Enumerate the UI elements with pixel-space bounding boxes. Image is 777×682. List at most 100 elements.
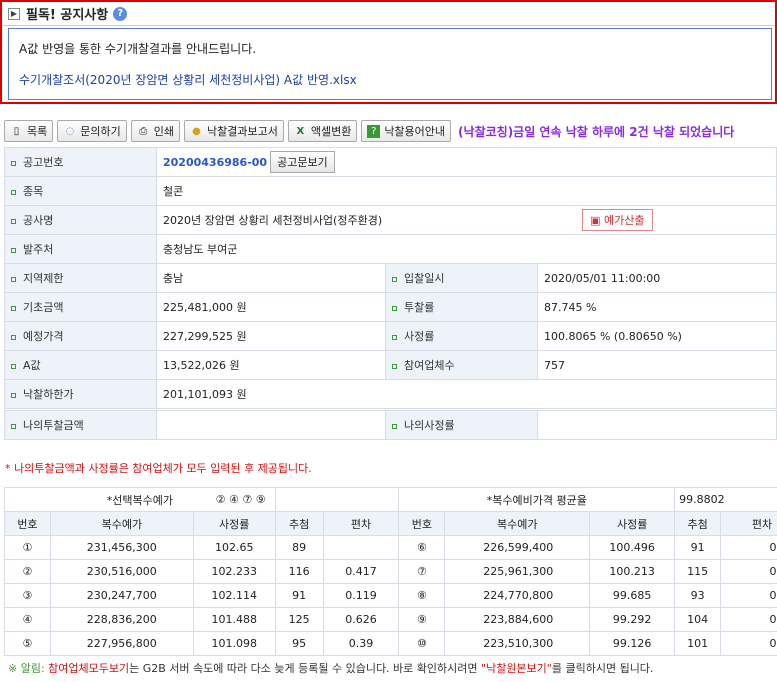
- table-cell: 0.39: [322, 631, 400, 656]
- table-cell: 230,516,000: [49, 559, 194, 584]
- table-cell: 91: [274, 583, 324, 608]
- bullet-icon: [11, 276, 16, 282]
- base-label: 기초금액: [4, 292, 157, 322]
- calculator-icon: ▣: [590, 214, 601, 227]
- bullet-icon: [392, 423, 397, 429]
- excel-icon: X: [296, 125, 305, 137]
- footer-notice: ※ 알림: 참여업체모두보기는 G2B 서버 속도에 따라 다소 늦게 등록될 …: [8, 660, 653, 676]
- table-cell: 0.602: [720, 535, 777, 560]
- table-cell: 89: [274, 535, 324, 560]
- inquiry-button[interactable]: ◌ 문의하기: [57, 120, 127, 142]
- bullet-icon: [11, 305, 16, 311]
- name-label: 공사명: [4, 205, 157, 235]
- header-cell: 추첨: [674, 511, 722, 536]
- region-label: 지역제한: [4, 263, 157, 293]
- glossary-button[interactable]: ? 낙찰용어안내: [361, 120, 452, 142]
- bullet-icon: [11, 247, 16, 253]
- bullet-icon: [392, 276, 397, 282]
- my-amount-value: [156, 410, 386, 440]
- collapse-icon[interactable]: ▶: [8, 7, 20, 20]
- table-cell: 125: [274, 607, 324, 632]
- inquiry-label: 문의하기: [80, 125, 121, 138]
- footer-middle: 는 G2B 서버 속도에 따라 다소 늦게 등록될 수 있습니다. 바로 확인하…: [129, 662, 482, 675]
- table-cell: 99.685: [589, 583, 676, 608]
- multi-price-table: *선택복수예가 ② ④ ⑦ ⑨ *복수예비가격 평균율 99.8802 번호 복수…: [4, 487, 777, 656]
- table-cell: 0.166: [720, 631, 777, 656]
- table-cell: 0.528: [720, 583, 777, 608]
- view-original-link[interactable]: "낙찰원본보기": [481, 662, 552, 675]
- bullet-icon: [11, 218, 16, 224]
- table-cell: ②: [4, 559, 51, 584]
- table-cell: 104: [674, 607, 722, 632]
- table-cell: 101.488: [192, 607, 276, 632]
- bullet-icon: [392, 334, 397, 340]
- table-row: ② 230,516,000 102.233 116 0.417 ⑦ 225,961,300 1…: [4, 559, 777, 584]
- table-cell: 226,599,400: [444, 535, 591, 560]
- medal-icon: ●: [192, 125, 201, 137]
- base-value: 225,481,000 원: [156, 292, 386, 322]
- bid-date-value: 2020/05/01 11:00:00: [537, 263, 777, 293]
- table-cell: ①: [4, 535, 51, 560]
- view-all-link[interactable]: 참여업체모두보기: [48, 662, 129, 675]
- table-cell: 115: [674, 559, 722, 584]
- table-cell: 100.496: [589, 535, 676, 560]
- question-icon: ?: [367, 124, 381, 138]
- table-cell: 0.119: [322, 583, 400, 608]
- table-cell: 100.213: [589, 559, 676, 584]
- excel-button[interactable]: X 액셀변환: [287, 120, 358, 142]
- table-cell: 102.114: [192, 583, 276, 608]
- printer-icon: ⎙: [139, 125, 148, 137]
- table-cell: 0.283: [720, 559, 777, 584]
- avg-label: *복수예비가격 평균율: [398, 487, 676, 512]
- notice-no-cell: 20200436986-00 공고문보기: [156, 147, 777, 177]
- table-cell: 231,456,300: [49, 535, 194, 560]
- notice-text: A값 반영을 통한 수기개찰결과를 안내드립니다.: [19, 42, 257, 56]
- price-calc-button[interactable]: ▣ 예가산출: [582, 209, 653, 231]
- lower-label: 낙찰하한가: [4, 379, 157, 409]
- notice-body: A값 반영을 통한 수기개찰결과를 안내드립니다. 수기개찰조서(2020년 장…: [8, 28, 772, 100]
- print-button[interactable]: ⎙ 인쇄: [130, 120, 180, 142]
- region-value: 충남: [156, 263, 386, 293]
- excel-label: 액셀변환: [310, 125, 352, 138]
- footer-suffix: 를 클릭하시면 됩니다.: [551, 662, 654, 675]
- report-button[interactable]: ● 낙찰결과보고서: [183, 120, 284, 142]
- notice-title: 필독! 공지사항: [26, 8, 109, 23]
- avg-value: 99.8802: [674, 487, 777, 512]
- bid-date-label: 입찰일시: [385, 263, 538, 293]
- table-cell: 95: [274, 631, 324, 656]
- notice-no-label: 공고번호: [4, 147, 157, 177]
- my-rate-value: [537, 410, 777, 440]
- table-cell: 102.233: [192, 559, 276, 584]
- list-button[interactable]: ▯ 목록: [4, 120, 54, 142]
- my-amount-label: 나의투찰금액: [4, 410, 157, 440]
- table-cell: ⑧: [398, 583, 446, 608]
- notice-file-link[interactable]: 수기개찰조서(2020년 장암면 상황리 세천정비사업) A값 반영.xlsx: [19, 71, 357, 88]
- bullet-icon: [392, 305, 397, 311]
- table-cell: ⑨: [398, 607, 446, 632]
- table-cell: 91: [674, 535, 722, 560]
- help-icon[interactable]: ?: [113, 6, 128, 21]
- a-value: 13,522,026 원: [156, 350, 386, 380]
- notice-view-button[interactable]: 공고문보기: [270, 151, 335, 173]
- client-value: 충청남도 부여군: [156, 234, 777, 264]
- table-cell: ④: [4, 607, 51, 632]
- table-cell: 101: [674, 631, 722, 656]
- table-cell: ⑩: [398, 631, 446, 656]
- report-label: 낙찰결과보고서: [206, 125, 278, 138]
- lower-value: 201,101,093 원: [156, 379, 777, 409]
- table-cell: ③: [4, 583, 51, 608]
- bullet-icon: [11, 189, 16, 195]
- table-row: ③ 230,247,700 102.114 91 0.119 ⑧ 224,770,800 99…: [4, 583, 777, 608]
- table-cell: 228,836,200: [49, 607, 194, 632]
- name-cell: 2020년 장암면 상황리 세천정비사업(정주환경) ▣ 예가산출: [156, 205, 777, 235]
- planned-label: 예정가격: [4, 321, 157, 351]
- notice-no: 20200436986-00: [163, 156, 268, 169]
- assess-label: 사정률: [385, 321, 538, 351]
- print-label: 인쇄: [153, 125, 174, 138]
- table-cell: ⑥: [398, 535, 446, 560]
- notice-panel: ▶ 필독! 공지사항 ? A값 반영을 통한 수기개찰결과를 안내드립니다. 수…: [0, 0, 777, 104]
- list-label: 목록: [27, 125, 48, 138]
- table-cell: 99.126: [589, 631, 676, 656]
- table-row: ④ 228,836,200 101.488 125 0.626 ⑨ 223,884,600 9…: [4, 607, 777, 632]
- name-value: 2020년 장암면 상황리 세천정비사업(정주환경): [163, 214, 383, 227]
